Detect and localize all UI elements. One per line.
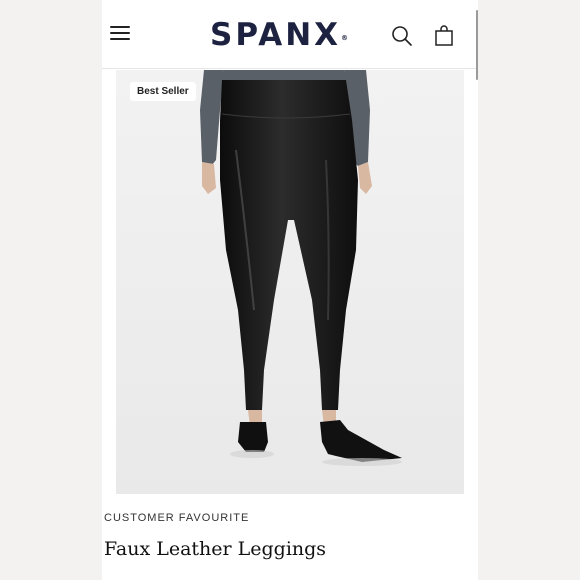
search-icon[interactable] [390,24,414,48]
scrollbar[interactable] [476,10,478,80]
hamburger-menu-icon[interactable] [110,24,132,42]
shopping-bag-icon[interactable] [432,24,456,48]
registered-mark: ® [341,34,349,42]
product-title[interactable]: Faux Leather Leggings [104,538,326,560]
left-background-margin [0,0,102,580]
product-image[interactable]: Best Seller [116,70,464,494]
product-eyebrow: CUSTOMER FAVOURITE [104,512,250,524]
right-background-margin [478,0,580,580]
brand-logo[interactable]: SPANX® [210,17,348,53]
brand-logo-text: SPANX [210,17,342,53]
site-header: SPANX® [102,0,478,69]
product-model-illustration [116,70,464,494]
mobile-page: SPANX® Best Seller CUSTOMER FAVOURITE Fa… [102,0,478,580]
best-seller-badge: Best Seller [130,82,196,101]
